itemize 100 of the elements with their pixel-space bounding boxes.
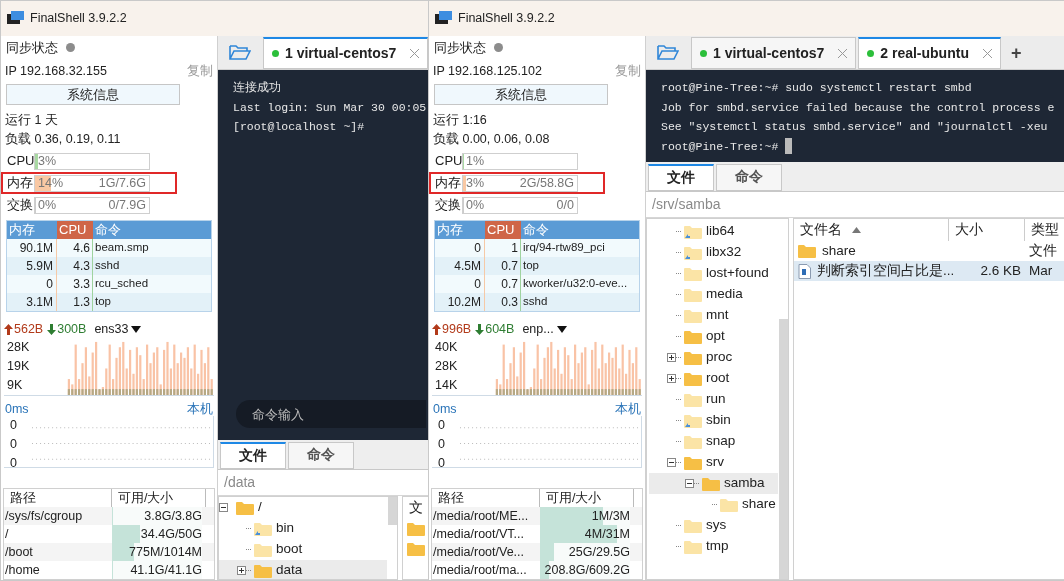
- file-type: Mar: [1028, 261, 1053, 280]
- file-type: 文件: [1028, 241, 1057, 260]
- command-input[interactable]: 命令输入: [236, 400, 426, 428]
- table-cell-text: sshd: [522, 294, 549, 310]
- axis-label: 0: [10, 417, 18, 434]
- panel-tab[interactable]: 命令: [288, 442, 354, 469]
- folder-name[interactable]: bin: [276, 518, 294, 539]
- column-header[interactable]: 类型: [1025, 219, 1059, 241]
- folder-icon: [684, 455, 702, 470]
- file-name[interactable]: share: [822, 240, 856, 262]
- table-cell: 0.3: [485, 293, 521, 311]
- usage-percent: 14%: [38, 175, 64, 191]
- file-name[interactable]: 判断索引空间占比是...: [817, 260, 955, 282]
- panel-tab[interactable]: 文件: [648, 164, 714, 191]
- folder-name[interactable]: snap: [706, 431, 736, 452]
- folder-name[interactable]: tmp: [706, 536, 729, 557]
- size-text: 41.1G/41.1G: [130, 563, 202, 577]
- folder-name[interactable]: share: [742, 494, 776, 515]
- folder-icon: [684, 518, 702, 533]
- folder-icon: [720, 497, 738, 512]
- expand-icon[interactable]: [237, 566, 246, 575]
- load-average: 负载 0.00, 0.06, 0.08: [433, 131, 551, 148]
- collapse-icon[interactable]: [219, 503, 228, 512]
- folder-name[interactable]: media: [706, 284, 743, 305]
- download-arrow-icon: [47, 323, 57, 335]
- selected-row[interactable]: samba: [649, 473, 778, 494]
- folder-name[interactable]: run: [706, 389, 726, 410]
- system-info-button[interactable]: 系统信息: [6, 83, 180, 105]
- file-icon: [798, 263, 811, 279]
- selected-row[interactable]: 判断索引空间占比是... 2.6 KB Mar: [794, 261, 1064, 281]
- column-header[interactable]: CPU: [57, 221, 93, 239]
- table-cell-text: /boot: [4, 544, 34, 561]
- terminal-line: 连接成功: [233, 80, 281, 97]
- expand-icon[interactable]: [667, 374, 676, 383]
- folder-icon: [254, 542, 272, 557]
- ip-address: IP 192.168.32.155: [5, 63, 107, 80]
- folder-name[interactable]: boot: [276, 539, 303, 560]
- scrollbar[interactable]: [779, 319, 788, 579]
- folder-link-icon: [684, 413, 702, 428]
- axis-label: 0: [438, 454, 446, 472]
- column-header[interactable]: 文件名: [794, 219, 949, 241]
- usage-amount: 0/0: [556, 197, 574, 213]
- panel-tab[interactable]: 命令: [716, 164, 782, 191]
- folder-name[interactable]: proc: [706, 347, 733, 368]
- terminal-line: Last login: Sun Mar 30 00:05: [233, 99, 427, 116]
- uptime-text: 运行 1:16: [433, 112, 488, 129]
- folder-name[interactable]: lost+found: [706, 263, 769, 284]
- ip-address: IP 192.168.125.102: [433, 63, 542, 80]
- session-tab[interactable]: 1 virtual-centos7: [263, 37, 429, 69]
- close-icon[interactable]: [410, 49, 420, 58]
- download-arrow-icon: [475, 323, 485, 335]
- session-tab[interactable]: 2 real-ubuntu: [858, 37, 1001, 69]
- session-tab[interactable]: 1 virtual-centos7: [691, 37, 857, 69]
- close-icon[interactable]: [838, 48, 848, 58]
- axis-label: 14K: [435, 377, 459, 395]
- selected-row[interactable]: data: [219, 560, 387, 579]
- folder-name[interactable]: sys: [706, 515, 727, 536]
- folder-name[interactable]: samba: [724, 473, 765, 494]
- scrollbar[interactable]: [388, 497, 397, 525]
- usage-amount: 0/7.9G: [108, 197, 146, 213]
- folder-name[interactable]: lib64: [706, 221, 735, 242]
- system-info-button[interactable]: 系统信息: [434, 83, 608, 105]
- size-text: 4M/31M: [584, 527, 630, 541]
- folder-name[interactable]: srv: [706, 452, 724, 473]
- axis-label: 0: [10, 435, 18, 453]
- file-size: 2.6 KB: [979, 261, 1022, 280]
- axis-label: 0: [438, 417, 446, 434]
- folder-icon: [702, 476, 720, 491]
- size-text: 3.8G/3.8G: [144, 509, 202, 523]
- folder-icon: [684, 392, 702, 407]
- column-header[interactable]: CPU: [485, 221, 521, 239]
- path-field[interactable]: /data: [224, 472, 256, 493]
- column-header[interactable]: 大小: [949, 219, 1025, 241]
- column-header[interactable]: 文: [403, 497, 423, 519]
- axis-label: 0: [10, 454, 18, 472]
- folder-name[interactable]: opt: [706, 326, 725, 347]
- folder-name[interactable]: /: [258, 497, 262, 518]
- collapse-icon[interactable]: [685, 479, 694, 488]
- folder-name[interactable]: sbin: [706, 410, 731, 431]
- folder-name[interactable]: libx32: [706, 242, 742, 263]
- meter-label: CPU: [435, 152, 462, 171]
- interface-select[interactable]: enp...: [522, 319, 567, 339]
- table-cell-text: kworker/u32:0-eve...: [522, 276, 629, 292]
- usage-amount: 2G/58.8G: [519, 175, 574, 191]
- close-icon[interactable]: [982, 49, 992, 58]
- folder-icon: [254, 563, 272, 578]
- collapse-icon[interactable]: [667, 458, 676, 467]
- upload-speed: 996B: [442, 320, 472, 338]
- folder-name[interactable]: data: [276, 560, 303, 579]
- expand-icon[interactable]: [667, 353, 676, 362]
- folder-name[interactable]: root: [706, 368, 730, 389]
- new-tab-button[interactable]: +: [1000, 37, 1032, 69]
- interface-select[interactable]: ens33: [94, 319, 142, 339]
- folder-icon: [684, 539, 702, 554]
- table-cell-text: /sys/fs/cgroup: [4, 508, 84, 525]
- axis-label: 28K: [7, 339, 31, 357]
- folder-name[interactable]: mnt: [706, 305, 729, 326]
- path-field[interactable]: /srv/samba: [652, 194, 721, 215]
- panel-tab[interactable]: 文件: [220, 442, 286, 469]
- axis-label: 28K: [435, 358, 459, 376]
